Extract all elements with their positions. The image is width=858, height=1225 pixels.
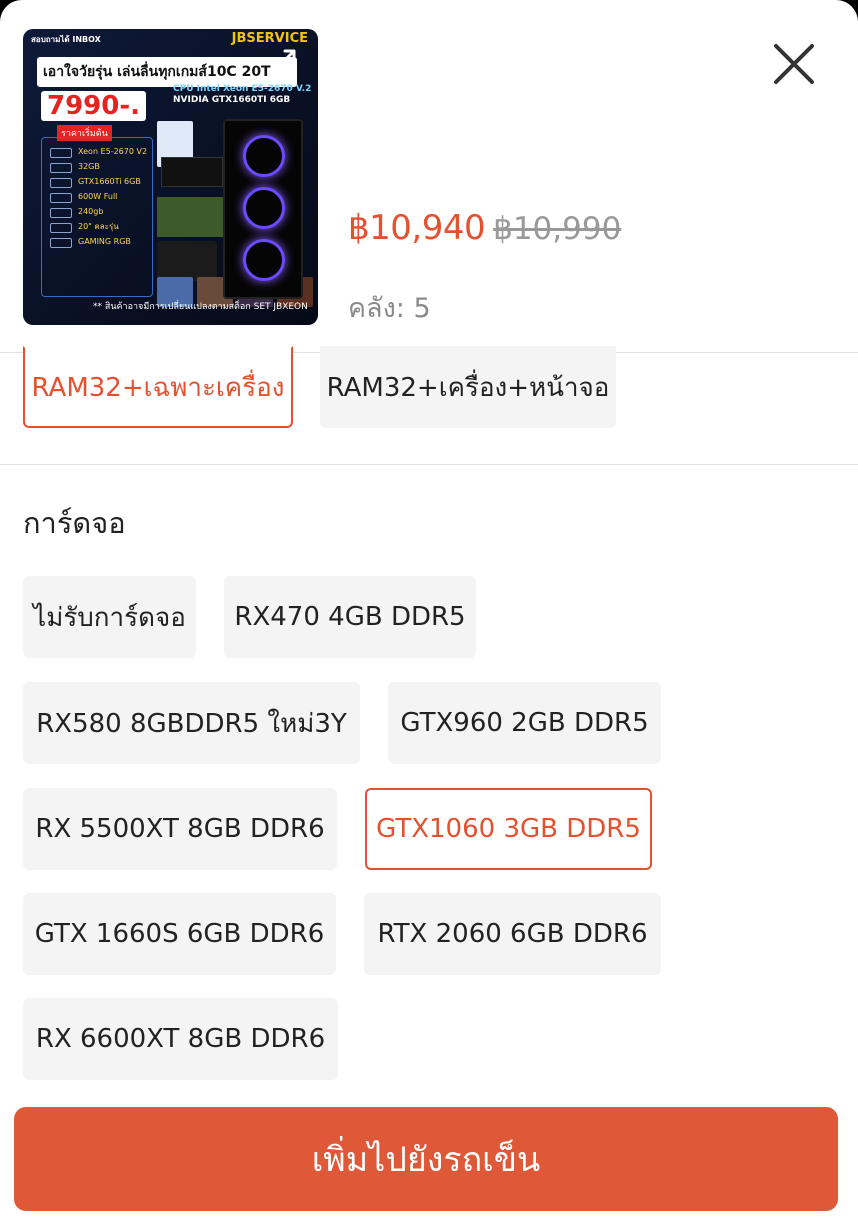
- option-rx6600xt[interactable]: RX 6600XT 8GB DDR6: [23, 998, 338, 1080]
- rgb-fan-graphic: [243, 239, 285, 281]
- option-ram32-machine-only[interactable]: RAM32+เฉพาะเครื่อง: [23, 346, 293, 428]
- option-rx5500xt[interactable]: RX 5500XT 8GB DDR6: [23, 788, 337, 870]
- image-gpu-text: NVIDIA GTX1660TI 6GB: [173, 95, 291, 105]
- original-price: ฿10,990: [493, 211, 622, 247]
- option-gtx1660s[interactable]: GTX 1660S 6GB DDR6: [23, 893, 336, 975]
- option-rx580[interactable]: RX580 8GBDDR5 ใหม่3Y: [23, 682, 360, 764]
- close-icon: [774, 44, 814, 84]
- current-price: ฿10,940: [348, 208, 486, 248]
- image-spec-row: 32GB: [46, 159, 148, 174]
- rgb-fan-graphic: [243, 187, 285, 229]
- option-gtx960[interactable]: GTX960 2GB DDR5: [388, 682, 661, 764]
- price-row: ฿10,940 ฿10,990: [348, 208, 621, 256]
- stock-count: คลัง: 5: [348, 293, 431, 324]
- image-spec-row: 240gb: [46, 204, 148, 219]
- image-spec-list: Xeon E5-2670 V2 32GB GTX1660Ti 6GB 600W …: [41, 137, 153, 297]
- image-top-badge: สอบถามได้ INBOX: [31, 35, 101, 44]
- image-footer-note: ** สินค้าอาจมีการเปลี่ยนแปลงตามสต็อก SET…: [93, 302, 308, 312]
- variant-selector-sheet: สอบถามได้ INBOX JBSERVICE เอาใจวัยรุ่น เ…: [0, 0, 858, 1225]
- expand-icon[interactable]: [272, 43, 302, 73]
- product-image[interactable]: สอบถามได้ INBOX JBSERVICE เอาใจวัยรุ่น เ…: [23, 29, 318, 325]
- rgb-fan-graphic: [243, 135, 285, 177]
- option-no-gpu[interactable]: ไม่รับการ์ดจอ: [23, 576, 196, 658]
- pc-case-graphic: [223, 119, 303, 299]
- close-button[interactable]: [770, 40, 818, 88]
- option-gtx1060[interactable]: GTX1060 3GB DDR5: [365, 788, 652, 870]
- section-divider: [0, 464, 858, 465]
- option-rtx2060[interactable]: RTX 2060 6GB DDR6: [364, 893, 661, 975]
- image-spec-row: Xeon E5-2670 V2: [46, 144, 148, 159]
- game-screenshot-graphic: [157, 197, 223, 237]
- image-spec-row: GTX1660Ti 6GB: [46, 174, 148, 189]
- option-ram32-machine-monitor[interactable]: RAM32+เครื่อง+หน้าจอ: [320, 346, 616, 428]
- gpu-section-title: การ์ดจอ: [23, 506, 126, 540]
- image-spec-row: 600W Full: [46, 189, 148, 204]
- image-banner: เอาใจวัยรุ่น เล่นลื่นทุกเกมส์10C 20T: [37, 57, 297, 87]
- image-spec-row: 20" คละรุ่น: [46, 219, 148, 234]
- add-to-cart-button[interactable]: เพิ่มไปยังรถเข็น: [14, 1107, 838, 1211]
- image-spec-row: GAMING RGB: [46, 234, 148, 249]
- image-promo-price: 7990-.: [41, 91, 147, 121]
- graphics-card-graphic: [157, 241, 217, 281]
- image-cpu-text: CPU Intel Xeon E5-2670 V.2: [173, 84, 312, 94]
- geforce-box-graphic: [161, 157, 223, 187]
- option-rx470[interactable]: RX470 4GB DDR5: [224, 576, 476, 658]
